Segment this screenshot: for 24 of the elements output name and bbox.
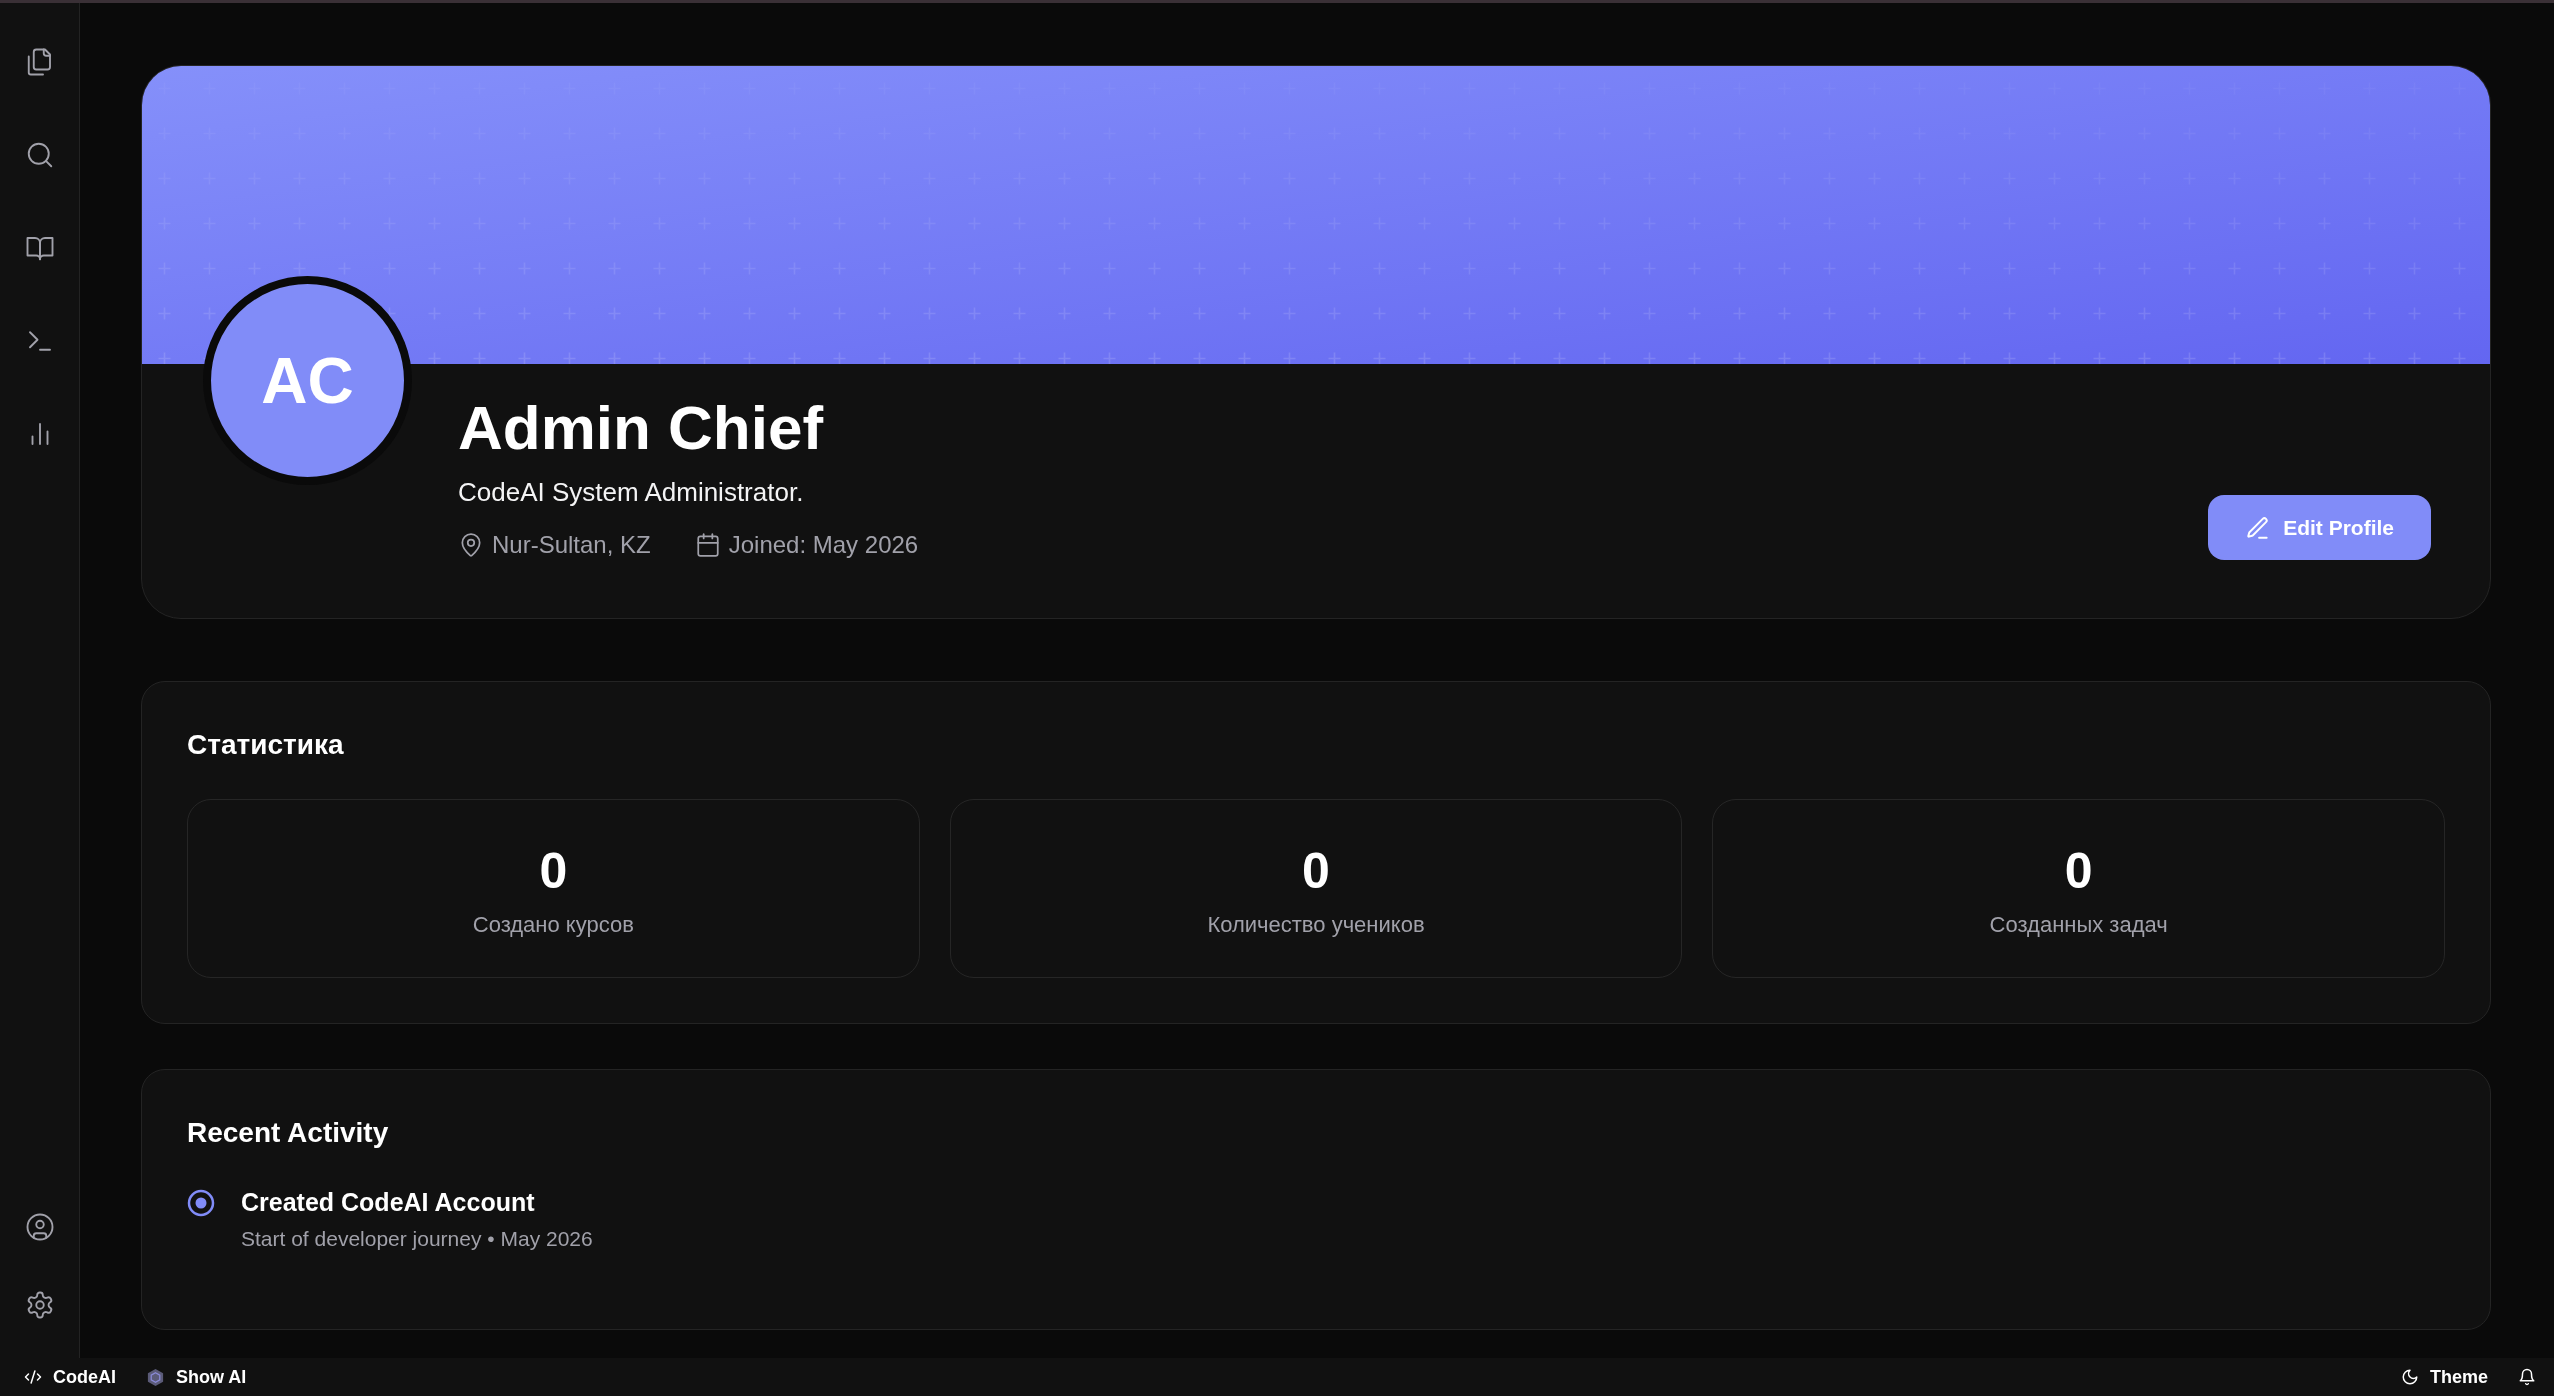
bell-icon[interactable] (2518, 1368, 2536, 1386)
location-text: Nur-Sultan, KZ (492, 530, 651, 561)
profile-bio: CodeAI System Administrator. (458, 476, 805, 510)
brand-link[interactable]: CodeAI (24, 1366, 116, 1388)
activity-item-title: Created CodeAI Account (241, 1187, 536, 1219)
stat-label: Созданных задач (1989, 910, 2168, 939)
stat-value: 0 (539, 843, 568, 901)
stat-value: 0 (1302, 843, 1330, 901)
statistics-title: Статистика (187, 728, 345, 762)
activity-title: Recent Activity (187, 1115, 390, 1150)
user-icon[interactable] (24, 1212, 55, 1242)
activity-item-subtitle: Start of developer journey • May 2026 (241, 1225, 593, 1252)
stat-label: Количество учеников (1207, 910, 1425, 939)
ring-dot-icon (187, 1189, 215, 1218)
theme-button[interactable]: Theme (2400, 1366, 2488, 1388)
joined-date: Joined: May 2026 (728, 530, 919, 561)
hexagon-icon (146, 1367, 165, 1387)
stat-value: 0 (2064, 843, 2093, 901)
code-icon (24, 1368, 42, 1386)
show-ai-button[interactable]: Show AI (146, 1366, 247, 1388)
profile-name: Admin Chief (458, 392, 825, 464)
stat-label: Создано курсов (472, 910, 634, 939)
calendar-icon (694, 532, 721, 559)
moon-icon (2400, 1368, 2419, 1386)
